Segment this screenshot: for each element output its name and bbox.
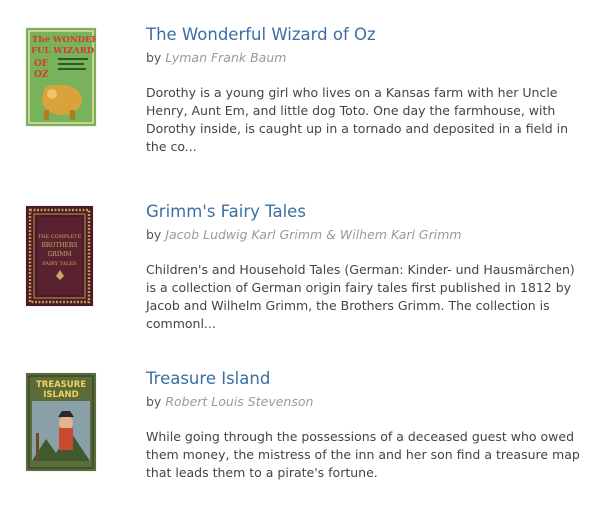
book-description: Dorothy is a young girl who lives on a K… <box>146 85 569 154</box>
cover-title-line: ISLAND <box>43 390 78 400</box>
treasure-cover-art: TREASURE ISLAND <box>26 373 96 471</box>
byline: by Robert Louis Stevenson <box>146 393 586 411</box>
book-info: The Wonderful Wizard of Oz by Lyman Fran… <box>146 25 586 156</box>
cover-title-line: OF <box>34 59 49 69</box>
book-cover-image[interactable]: TREASURE ISLAND <box>26 373 96 471</box>
by-label: by <box>146 50 162 65</box>
book-cover-image[interactable]: THE COMPLETE BROTHERS GRIMM FAIRY TALES <box>26 206 93 306</box>
book-description: Children's and Household Tales (German: … <box>146 262 575 331</box>
oz-cover-art: The WONDER- FUL WIZARD OF OZ <box>26 28 96 126</box>
cover-title-line: GRIMM <box>48 251 72 258</box>
by-label: by <box>146 394 162 409</box>
byline: by Lyman Frank Baum <box>146 49 586 67</box>
byline: by Jacob Ludwig Karl Grimm & Wilhem Karl… <box>146 226 586 244</box>
cover-title-line: THE COMPLETE <box>38 234 82 240</box>
author-link[interactable]: Robert Louis Stevenson <box>165 394 313 409</box>
cover-title-line: FAIRY TALES <box>42 261 77 267</box>
book-info: Grimm's Fairy Tales by Jacob Ludwig Karl… <box>146 202 586 333</box>
book-title-link[interactable]: The Wonderful Wizard of Oz <box>146 25 586 45</box>
book-info: Treasure Island by Robert Louis Stevenso… <box>146 369 586 482</box>
book-cover-image[interactable]: The WONDER- FUL WIZARD OF OZ <box>26 28 96 126</box>
cover-title-line: BROTHERS <box>41 242 77 249</box>
cover-title-line: OZ <box>34 70 49 80</box>
grimm-cover-art: THE COMPLETE BROTHERS GRIMM FAIRY TALES <box>26 206 93 306</box>
by-label: by <box>146 227 162 242</box>
cover-title-line: FUL WIZARD <box>31 46 95 56</box>
book-description: While going through the possessions of a… <box>146 429 580 480</box>
book-title-link[interactable]: Treasure Island <box>146 369 586 389</box>
cover-title-line: The WONDER- <box>32 35 96 45</box>
cover-title-line: TREASURE <box>36 380 86 390</box>
author-link[interactable]: Lyman Frank Baum <box>165 50 286 65</box>
author-link[interactable]: Jacob Ludwig Karl Grimm & Wilhem Karl Gr… <box>165 227 461 242</box>
book-title-link[interactable]: Grimm's Fairy Tales <box>146 202 586 222</box>
